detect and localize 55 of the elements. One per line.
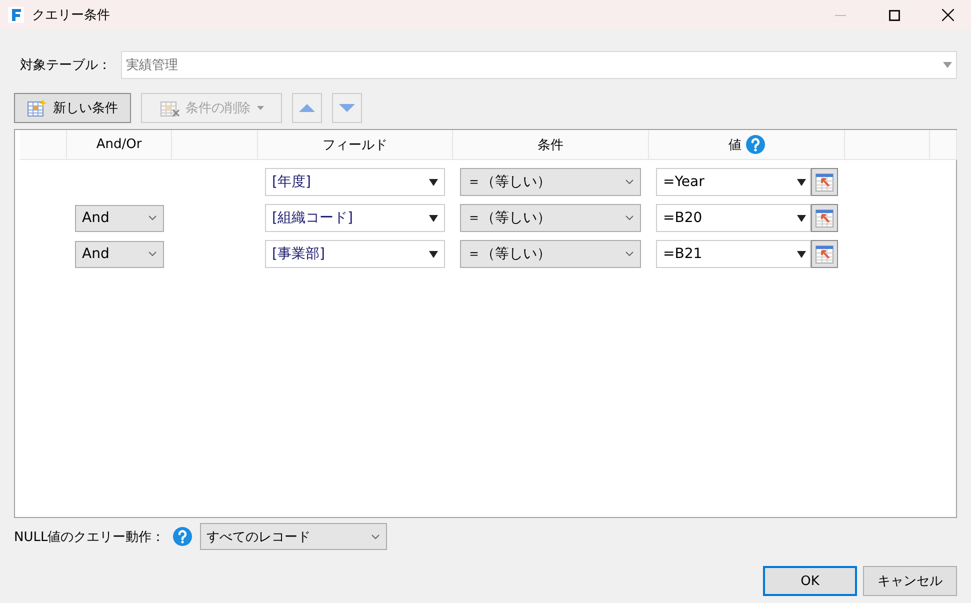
null-behavior-label: NULL値のクエリー動作： — [14, 528, 165, 546]
maximize-icon — [888, 10, 900, 20]
help-icon[interactable] — [172, 527, 192, 546]
value-dropdown[interactable]: =B21 — [656, 240, 811, 268]
app-logo-icon — [8, 7, 24, 23]
cell-picker-button[interactable] — [811, 240, 838, 268]
field-dropdown[interactable]: [年度] — [265, 168, 445, 196]
column-header: フィールド — [322, 136, 388, 154]
dropdown-arrow-icon — [797, 178, 806, 186]
down-arrow-icon — [339, 104, 355, 112]
grid-icon — [160, 99, 180, 117]
target-table-dropdown[interactable]: 実績管理 — [121, 51, 957, 79]
condition-dropdown[interactable]: ＝（等しい） — [460, 240, 641, 268]
dropdown-arrow-icon — [797, 250, 806, 258]
dropdown-arrow-icon — [429, 214, 438, 222]
value-dropdown[interactable]: =B20 — [656, 204, 811, 232]
chevron-icon — [625, 251, 634, 257]
help-icon[interactable] — [746, 135, 764, 154]
dropdown-arrow-icon — [797, 214, 806, 222]
and-or-dropdown[interactable]: And — [75, 204, 164, 232]
chevron-icon — [370, 534, 380, 540]
column-header: 条件 — [538, 136, 564, 154]
cancel-button[interactable]: キャンセル — [863, 566, 957, 596]
sheet-pick-icon — [815, 208, 834, 228]
new-condition-button[interactable]: 新しい条件 — [14, 93, 131, 123]
null-behavior-dropdown[interactable]: すべてのレコード — [200, 523, 387, 550]
condition-dropdown[interactable]: ＝（等しい） — [460, 168, 641, 196]
condition-dropdown[interactable]: ＝（等しい） — [460, 204, 641, 232]
dropdown-arrow-icon — [943, 62, 952, 68]
move-up-button[interactable] — [292, 93, 322, 123]
ok-button[interactable]: OK — [763, 566, 857, 596]
column-header: And/Or — [96, 137, 142, 152]
and-or-dropdown[interactable]: And — [75, 240, 164, 268]
chevron-icon — [625, 179, 634, 185]
caret-icon — [256, 106, 264, 110]
sheet-pick-icon — [815, 244, 834, 264]
dropdown-arrow-icon — [429, 250, 438, 258]
field-dropdown[interactable]: [事業部] — [265, 240, 445, 268]
target-table-label: 対象テーブル： — [20, 57, 111, 74]
chevron-icon — [148, 215, 157, 221]
grid-icon — [27, 99, 47, 117]
dropdown-arrow-icon — [429, 178, 438, 186]
column-header: 値 — [728, 136, 742, 154]
field-dropdown[interactable]: [組織コード] — [265, 204, 445, 232]
value-dropdown[interactable]: =Year — [656, 168, 811, 196]
sheet-pick-icon — [815, 172, 834, 192]
window-title: クエリー条件 — [32, 7, 111, 24]
move-down-button[interactable] — [332, 93, 362, 123]
cell-picker-button[interactable] — [811, 204, 838, 232]
cell-picker-button[interactable] — [811, 168, 838, 196]
close-icon — [942, 9, 954, 21]
chevron-icon — [148, 251, 157, 257]
chevron-icon — [625, 215, 634, 221]
minimize-icon — [834, 14, 846, 16]
up-arrow-icon — [299, 104, 315, 112]
